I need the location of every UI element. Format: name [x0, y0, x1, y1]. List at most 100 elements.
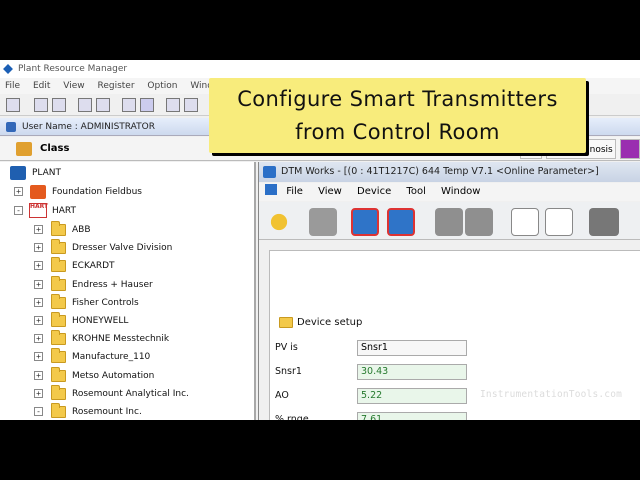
- tree-item-manufacturer[interactable]: - Rosemount Inc.: [0, 403, 250, 420]
- tree-item-manufacturer[interactable]: + ECKARDT: [0, 257, 250, 275]
- cut-icon[interactable]: [78, 98, 92, 112]
- tree-item-hart[interactable]: - HART HART: [0, 202, 250, 220]
- expand-icon[interactable]: +: [34, 316, 43, 325]
- tab-class[interactable]: Class: [10, 139, 69, 159]
- folder-icon: [51, 330, 66, 346]
- sync-icon[interactable]: [465, 208, 493, 236]
- folder-icon: [51, 293, 66, 309]
- menu-edit[interactable]: Edit: [28, 78, 55, 94]
- dtm-title-bar: DTM Works - [(0 : 41T1217C) 644 Temp V7.…: [259, 162, 640, 182]
- menu-register[interactable]: Register: [92, 78, 139, 94]
- save-icon[interactable]: [34, 98, 48, 112]
- window-title-bar: Plant Resource Manager: [0, 60, 640, 78]
- dtm-menu-tool[interactable]: Tool: [406, 183, 425, 201]
- collapse-icon[interactable]: -: [14, 206, 23, 215]
- download-icon[interactable]: [387, 208, 415, 236]
- dtm-toolbar: [259, 202, 640, 240]
- collapse-icon[interactable]: -: [34, 407, 43, 416]
- tree-item-plant[interactable]: PLANT: [0, 164, 250, 182]
- caption-line-2: from Control Room: [295, 120, 500, 144]
- menu-option[interactable]: Option: [142, 78, 182, 94]
- parameter-value-field: 30.43: [357, 364, 467, 380]
- expand-icon[interactable]: +: [34, 297, 43, 307]
- device-setup-folder-icon: [279, 317, 293, 328]
- disconnect-icon[interactable]: [309, 208, 337, 236]
- view-icon[interactable]: [122, 98, 136, 112]
- tree-item-manufacturer[interactable]: + Endress + Hauser: [0, 275, 250, 294]
- device-setup-heading[interactable]: Device setup: [279, 316, 363, 330]
- expand-icon[interactable]: +: [34, 334, 43, 344]
- expand-icon[interactable]: +: [34, 261, 43, 271]
- folder-icon: [51, 312, 66, 327]
- printer-icon[interactable]: [589, 208, 619, 236]
- tree-item-manufacturer[interactable]: + HONEYWELL: [0, 312, 250, 330]
- dtm-menu-window[interactable]: Window: [441, 183, 480, 201]
- tree-label-manufacturer: Endress + Hauser: [72, 279, 153, 290]
- parameter-value-field: 5.22: [357, 388, 467, 404]
- tab-extra-icon[interactable]: [620, 139, 640, 159]
- tree-label-manufacturer: HONEYWELL: [72, 316, 129, 326]
- top-letterbox: [0, 0, 640, 60]
- hart-icon: HART: [29, 203, 48, 218]
- tree-item-manufacturer[interactable]: + Dresser Valve Division: [0, 239, 250, 257]
- save-all-icon[interactable]: [52, 98, 66, 112]
- folder-icon: [51, 348, 66, 364]
- watermark-text: InstrumentationTools.com: [480, 389, 623, 400]
- tree-label-hart: HART: [52, 206, 77, 216]
- menu-view[interactable]: View: [58, 78, 89, 94]
- tree-label-manufacturer: Fisher Controls: [72, 297, 139, 308]
- window-title: Plant Resource Manager: [18, 64, 128, 74]
- upload-icon[interactable]: [351, 208, 379, 236]
- expand-icon[interactable]: +: [34, 243, 43, 253]
- tab-class-label: Class: [40, 143, 70, 154]
- tree-item-manufacturer[interactable]: + Manufacture_110: [0, 348, 250, 366]
- expand-icon[interactable]: +: [14, 187, 23, 196]
- dtm-app-icon: [263, 166, 276, 178]
- tree-item-manufacturer[interactable]: + ABB: [0, 221, 250, 239]
- app-icon: [3, 64, 13, 74]
- print-icon[interactable]: [184, 98, 198, 112]
- search-icon[interactable]: [140, 98, 154, 112]
- tree-item-manufacturer[interactable]: + KROHNE Messtechnik: [0, 330, 250, 348]
- menu-file[interactable]: File: [0, 78, 25, 94]
- expand-icon[interactable]: +: [34, 370, 43, 380]
- expand-icon[interactable]: +: [34, 279, 43, 289]
- parameter-value-field: 7.61: [357, 412, 467, 420]
- tree-label-foundation: Foundation Fieldbus: [52, 187, 142, 197]
- expand-icon[interactable]: +: [34, 225, 43, 234]
- fieldbus-icon: [30, 185, 46, 199]
- print-preview-icon[interactable]: [166, 98, 180, 112]
- folder-icon: [51, 275, 66, 291]
- expand-icon[interactable]: +: [34, 388, 43, 398]
- tree-icon[interactable]: [6, 98, 20, 112]
- folder-icon: [51, 366, 66, 382]
- device-setup-label: Device setup: [297, 317, 363, 328]
- tree-label-manufacturer: KROHNE Messtechnik: [72, 334, 170, 345]
- compare-icon[interactable]: [435, 208, 463, 236]
- tree-label-manufacturer: Rosemount Inc.: [72, 407, 142, 417]
- dtm-menu-view[interactable]: View: [318, 183, 342, 201]
- copy-icon[interactable]: [96, 98, 110, 112]
- import-icon[interactable]: [545, 208, 573, 236]
- user-icon: [6, 122, 16, 132]
- tree-item-manufacturer[interactable]: + Rosemount Analytical Inc.: [0, 384, 250, 403]
- tree-item-foundation-fieldbus[interactable]: + Foundation Fieldbus: [0, 183, 250, 201]
- tree-label-manufacturer: ECKARDT: [72, 261, 115, 272]
- connect-icon[interactable]: [265, 208, 293, 236]
- tree-label-plant: PLANT: [32, 168, 62, 178]
- expand-icon[interactable]: +: [34, 352, 43, 362]
- export-icon[interactable]: [511, 208, 539, 236]
- tree-label-manufacturer: ABB: [72, 225, 91, 235]
- dtm-title: DTM Works - [(0 : 41T1217C) 644 Temp V7.…: [281, 166, 599, 177]
- dtm-menu-icon[interactable]: [265, 184, 277, 195]
- folder-icon: [51, 384, 66, 400]
- tree-item-manufacturer[interactable]: + Metso Automation: [0, 366, 250, 385]
- parameter-label: % rnge: [275, 414, 309, 420]
- tree-item-manufacturer[interactable]: + Fisher Controls: [0, 293, 250, 312]
- caption-line-1: Configure Smart Transmitters: [237, 87, 558, 111]
- tree-label-manufacturer: Manufacture_110: [72, 352, 151, 363]
- parameter-row: PV is Snsr1: [275, 338, 640, 358]
- bottom-letterbox: [0, 420, 640, 480]
- dtm-menu-file[interactable]: File: [286, 183, 303, 201]
- dtm-menu-device[interactable]: Device: [357, 183, 391, 201]
